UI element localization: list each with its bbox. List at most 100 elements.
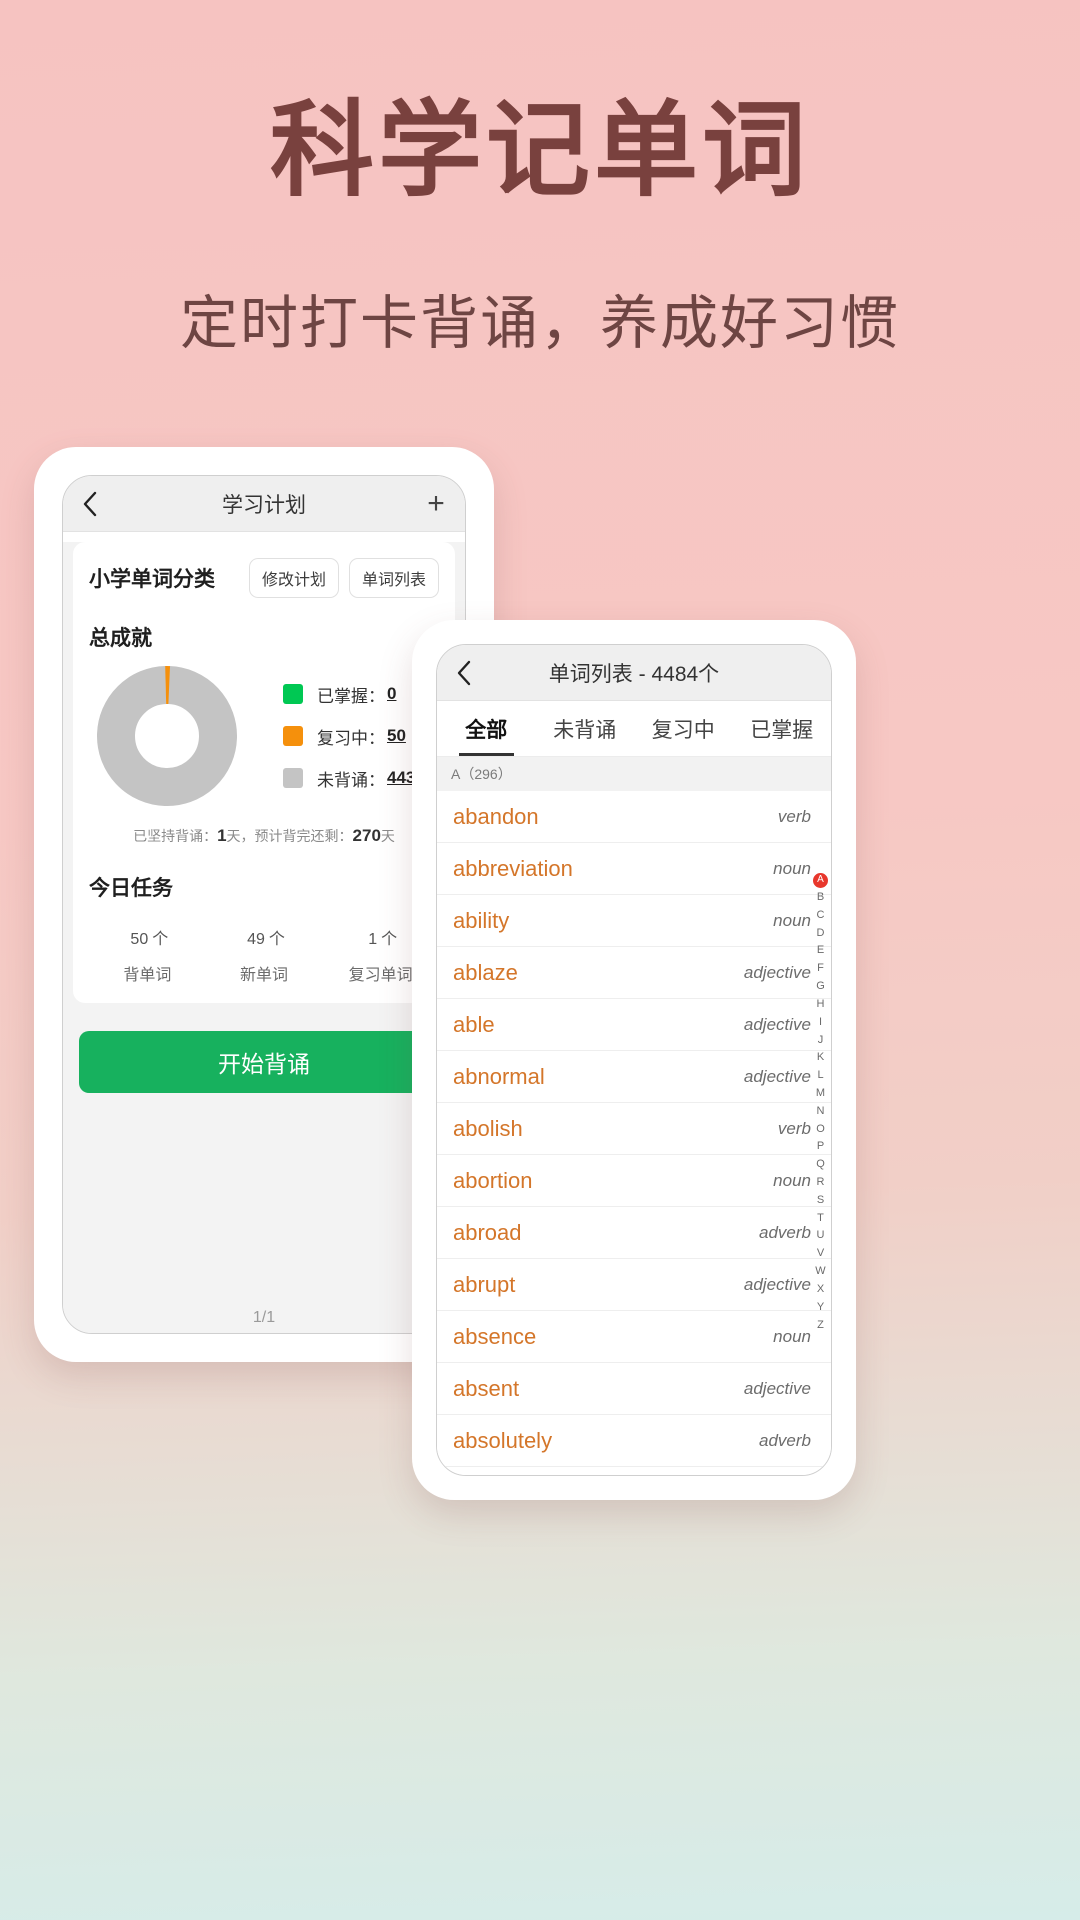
today-task-title: 今日任务 xyxy=(89,877,173,900)
alphabet-index-letter[interactable]: U xyxy=(817,1227,825,1245)
word-text: ability xyxy=(453,907,510,933)
tab-unlearned[interactable]: 未背诵 xyxy=(536,701,635,756)
word-text: abolish xyxy=(453,1115,523,1141)
list-item[interactable]: abolish verb xyxy=(437,1103,831,1155)
list-item[interactable]: able adjective xyxy=(437,999,831,1051)
alphabet-index-letter[interactable]: F xyxy=(817,960,824,978)
alphabet-index-letter[interactable]: M xyxy=(816,1085,825,1103)
alphabet-index-letter[interactable]: W xyxy=(815,1263,825,1281)
word-text: absence xyxy=(453,1323,537,1349)
tab-reviewing[interactable]: 复习中 xyxy=(634,701,733,756)
list-item[interactable]: abrupt adjective xyxy=(437,1259,831,1311)
alphabet-index-letter[interactable]: C xyxy=(817,907,825,925)
task-stat-new-words: 49 个 新单词 xyxy=(206,918,323,985)
edit-plan-button[interactable]: 修改计划 xyxy=(248,558,339,598)
word-list-navbar: 单词列表 - 4484个 xyxy=(437,645,831,701)
achievement-chart-row: 已掌握： 0 复习中： 50 未背诵： 4434 xyxy=(89,666,439,806)
list-item[interactable]: ability noun xyxy=(437,895,831,947)
group-header-a: A（296） xyxy=(437,757,831,791)
alphabet-index-letter[interactable]: L xyxy=(817,1067,823,1085)
alphabet-index[interactable]: A B C D E F G H I J K L M N O P Q R S T xyxy=(813,873,828,1334)
word-pos: adverb xyxy=(759,1222,811,1242)
word-text: abandon xyxy=(453,803,539,829)
list-item[interactable]: ablaze adjective xyxy=(437,947,831,999)
achievement-section-title: 总成就 xyxy=(89,627,152,650)
alphabet-index-letter[interactable]: R xyxy=(817,1174,825,1192)
alphabet-index-letter[interactable]: Z xyxy=(817,1317,824,1335)
alphabet-index-letter[interactable]: S xyxy=(817,1192,824,1210)
study-plan-body: 小学单词分类 修改计划 单词列表 总成就 已掌握： 0 复习中： 50 未背诵：… xyxy=(63,542,465,1333)
legend-label-unlearned: 未背诵： xyxy=(317,770,385,790)
word-pos: adverb xyxy=(759,1430,811,1450)
alphabet-index-letter[interactable]: I xyxy=(819,1014,822,1032)
chevron-left-icon[interactable] xyxy=(451,660,477,686)
word-pos: adjective xyxy=(743,962,811,982)
plus-icon[interactable]: + xyxy=(423,488,449,518)
task-value-0: 50 个 xyxy=(89,918,206,952)
streak-days: 1 xyxy=(217,826,227,845)
study-plan-navbar: 学习计划 + xyxy=(63,476,465,532)
study-plan-title: 学习计划 xyxy=(222,493,306,517)
task-unit-2: 个 xyxy=(381,931,398,948)
chevron-left-icon[interactable] xyxy=(77,491,103,517)
alphabet-index-letter[interactable]: J xyxy=(818,1032,824,1050)
list-item[interactable]: abnormal adjective xyxy=(437,1051,831,1103)
alphabet-index-letter[interactable]: Y xyxy=(817,1299,824,1317)
page-indicator: 1/1 xyxy=(252,1309,276,1326)
word-text: abroad xyxy=(453,1219,522,1245)
streak-text: 已坚持背诵：1天，预计背完还剩：270天 xyxy=(89,826,439,846)
word-list-button[interactable]: 单词列表 xyxy=(348,558,439,598)
task-number-1: 49 xyxy=(247,931,265,948)
word-text: abrupt xyxy=(453,1271,516,1297)
alphabet-index-letter[interactable]: N xyxy=(817,1103,825,1121)
word-pos: adjective xyxy=(743,1274,811,1294)
task-number-2: 1 xyxy=(368,931,378,948)
word-pos: verb xyxy=(777,1118,811,1138)
alphabet-index-letter[interactable]: O xyxy=(816,1121,825,1139)
list-item[interactable]: absent adjective xyxy=(437,1363,831,1415)
alphabet-index-letter[interactable]: Q xyxy=(816,1156,825,1174)
alphabet-index-letter[interactable]: T xyxy=(817,1210,824,1228)
list-item[interactable]: abortion noun xyxy=(437,1155,831,1207)
alphabet-index-letter[interactable]: V xyxy=(817,1245,824,1263)
alphabet-index-letter[interactable]: K xyxy=(817,1049,824,1067)
legend-value-reviewing: 50 xyxy=(387,726,406,745)
list-item[interactable]: abroad adverb xyxy=(437,1207,831,1259)
alphabet-index-letter[interactable]: H xyxy=(817,996,825,1014)
list-item[interactable]: absence noun xyxy=(437,1311,831,1363)
legend-item-unlearned: 未背诵： 4434 xyxy=(283,766,425,791)
streak-prefix: 已坚持背诵： xyxy=(133,828,218,844)
alphabet-index-letter[interactable]: X xyxy=(817,1281,824,1299)
start-recite-button[interactable]: 开始背诵 xyxy=(79,1031,449,1093)
list-item[interactable]: absolutely adverb xyxy=(437,1415,831,1467)
word-text: absolutely xyxy=(453,1427,553,1453)
list-item[interactable]: abbreviation noun xyxy=(437,843,831,895)
streak-mid: 天，预计背完还剩： xyxy=(226,828,353,844)
legend-item-reviewing: 复习中： 50 xyxy=(283,724,425,749)
alphabet-index-letter[interactable]: D xyxy=(817,925,825,943)
alphabet-index-current[interactable]: A xyxy=(813,873,828,888)
legend-swatch-unlearned xyxy=(283,768,303,788)
alphabet-index-letter[interactable]: P xyxy=(817,1138,824,1156)
streak-suffix: 天 xyxy=(380,828,395,844)
legend-swatch-mastered xyxy=(283,684,303,704)
category-row: 小学单词分类 修改计划 单词列表 xyxy=(89,558,439,598)
legend-label-mastered: 已掌握： xyxy=(317,686,385,706)
word-pos: noun xyxy=(773,1170,811,1190)
phone-screen-study-plan: 学习计划 + 小学单词分类 修改计划 单词列表 总成就 已掌握： 0 复习中： … xyxy=(62,475,466,1334)
word-text: abnormal xyxy=(453,1063,545,1089)
task-value-1: 49 个 xyxy=(206,918,323,952)
alphabet-index-letter[interactable]: B xyxy=(817,889,824,907)
category-name: 小学单词分类 xyxy=(89,568,215,591)
list-item[interactable]: absorbverb xyxy=(437,1467,831,1475)
tab-mastered[interactable]: 已掌握 xyxy=(733,701,832,756)
word-pos: adjective xyxy=(743,1378,811,1398)
alphabet-index-letter[interactable]: E xyxy=(817,942,824,960)
list-item[interactable]: abandon verb xyxy=(437,791,831,843)
achievement-donut-chart xyxy=(97,666,237,806)
alphabet-index-letter[interactable]: G xyxy=(816,978,825,996)
word-pos: noun xyxy=(773,858,811,878)
task-unit-1: 个 xyxy=(268,931,285,948)
word-text: abbreviation xyxy=(453,855,573,881)
tab-all[interactable]: 全部 xyxy=(437,701,536,756)
